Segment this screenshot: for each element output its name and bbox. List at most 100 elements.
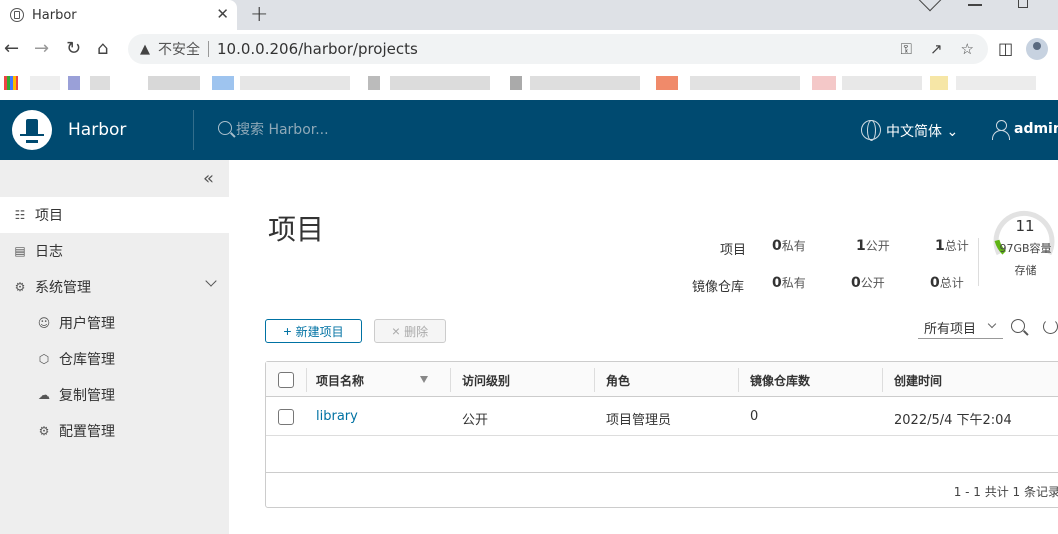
bookmark-item[interactable] <box>812 76 836 90</box>
bookmark-item[interactable] <box>510 76 522 90</box>
warning-icon: ▲ <box>140 41 150 57</box>
back-icon[interactable]: ← <box>4 38 19 59</box>
column-divider <box>594 368 595 392</box>
maximize-icon[interactable] <box>1018 0 1028 8</box>
column-header-created[interactable]: 创建时间 <box>894 372 942 389</box>
url-text[interactable]: 10.0.0.206/harbor/projects <box>217 40 418 58</box>
project-icon: ☷ <box>14 208 26 222</box>
language-label: 中文简体 <box>886 124 942 140</box>
stat-value: 0 <box>772 275 782 291</box>
project-filter-select[interactable]: 所有项目 <box>918 315 1003 339</box>
delete-button[interactable]: × 删除 <box>374 319 446 343</box>
stat-unit: 公开 <box>865 239 890 253</box>
page-title: 项目 <box>268 213 325 246</box>
select-all-checkbox[interactable] <box>278 372 294 388</box>
button-label: 新建项目 <box>295 324 344 339</box>
stat-projects-private: 0私有 <box>772 237 806 254</box>
bookmark-item[interactable] <box>368 76 380 90</box>
reload-icon[interactable]: ↻ <box>66 38 81 59</box>
stats-divider <box>978 238 979 286</box>
share-icon[interactable]: ↗ <box>930 40 943 58</box>
column-divider <box>450 368 451 392</box>
bookmark-item[interactable] <box>956 76 1036 90</box>
profile-avatar-icon[interactable] <box>1026 38 1048 60</box>
close-tab-icon[interactable]: ✕ <box>216 5 229 23</box>
user-menu[interactable]: admin <box>1014 121 1058 137</box>
app-header: Harbor 中文简体 ⌄ admin <box>0 100 1058 160</box>
log-icon: ▤ <box>14 244 26 258</box>
browser-tab-strip: Harbor ✕ + <box>0 0 1058 30</box>
sidebar-item-users[interactable]: ☺ 用户管理 <box>0 305 229 341</box>
column-header-access[interactable]: 访问级别 <box>462 372 510 389</box>
bookmark-item[interactable] <box>930 76 948 90</box>
sidebar-item-admin[interactable]: ⚙ 系统管理 <box>0 269 229 305</box>
column-header-repos[interactable]: 镜像仓库数 <box>750 372 810 389</box>
global-search-input[interactable] <box>236 118 436 142</box>
collapse-sidebar-icon[interactable]: « <box>203 168 214 189</box>
sidebar-item-configuration[interactable]: ⚙ 配置管理 <box>0 413 229 449</box>
column-divider <box>882 368 883 392</box>
chevron-down-icon[interactable] <box>205 275 217 287</box>
pagination-info: 1 - 1 共计 1 条记录 <box>953 485 1058 499</box>
minimize-icon[interactable] <box>968 4 982 6</box>
header-divider <box>193 110 194 150</box>
plus-icon: + <box>283 323 292 339</box>
bookmark-item[interactable] <box>30 76 60 90</box>
bookmark-star-icon[interactable]: ☆ <box>961 40 974 58</box>
sidebar-item-projects[interactable]: ☷ 项目 <box>0 197 229 233</box>
chevron-down-icon <box>987 319 997 329</box>
role: 项目管理员 <box>606 413 672 428</box>
stat-value: 1 <box>856 238 866 254</box>
browser-tab[interactable]: Harbor ✕ <box>0 0 237 30</box>
browser-toolbar: ← → ↻ ⌂ ▲ 不安全 10.0.0.206/harbor/projects… <box>0 30 1058 68</box>
bookmark-item[interactable] <box>212 76 234 90</box>
globe-icon[interactable] <box>861 120 881 141</box>
row-checkbox[interactable] <box>278 409 294 425</box>
stat-value: 0 <box>930 275 940 291</box>
stat-unit: 总计 <box>939 276 964 290</box>
brand-name[interactable]: Harbor <box>68 120 126 140</box>
bookmark-item[interactable] <box>90 76 110 90</box>
sidebar-item-label: 日志 <box>35 244 63 260</box>
new-project-button[interactable]: + 新建项目 <box>265 319 362 343</box>
registry-icon: ⬡ <box>38 352 50 366</box>
storage-count: 11 <box>1015 217 1035 235</box>
search-icon <box>218 121 232 135</box>
address-bar[interactable]: ▲ 不安全 10.0.0.206/harbor/projects ⚿ ↗ ☆ <box>128 34 988 64</box>
bookmark-item[interactable] <box>656 76 678 90</box>
column-header-role[interactable]: 角色 <box>606 372 630 389</box>
bookmark-item[interactable] <box>148 76 200 90</box>
bookmark-item[interactable] <box>690 76 800 90</box>
stat-projects-total: 1总计 <box>935 237 969 254</box>
sidebar-item-logs[interactable]: ▤ 日志 <box>0 233 229 269</box>
filter-funnel-icon[interactable] <box>420 376 428 383</box>
project-name-link[interactable]: library <box>316 409 358 424</box>
bookmark-item[interactable] <box>530 76 640 90</box>
new-tab-button[interactable]: + <box>250 2 268 27</box>
tab-search-icon[interactable] <box>918 0 942 12</box>
language-selector[interactable]: 中文简体 ⌄ <box>886 121 958 141</box>
bookmark-item[interactable] <box>68 76 80 90</box>
bookmark-item[interactable] <box>842 76 922 90</box>
side-panel-icon[interactable]: ◫ <box>998 39 1013 58</box>
bookmark-item[interactable] <box>240 76 350 90</box>
sidebar-item-label: 仓库管理 <box>59 352 115 368</box>
home-icon[interactable]: ⌂ <box>97 38 108 59</box>
harbor-favicon-icon <box>10 8 24 22</box>
projects-table: 项目名称 访问级别 角色 镜像仓库数 创建时间 library 公开 项目管理员… <box>265 361 1058 508</box>
storage-capacity: 97GB容量 <box>999 242 1052 255</box>
sidebar-item-registries[interactable]: ⬡ 仓库管理 <box>0 341 229 377</box>
apps-icon[interactable] <box>4 76 18 90</box>
bookmark-item[interactable] <box>390 76 490 90</box>
key-icon[interactable]: ⚿ <box>901 40 912 58</box>
sidebar-item-replications[interactable]: ☁ 复制管理 <box>0 377 229 413</box>
replication-icon: ☁ <box>38 388 50 402</box>
table-search-icon[interactable] <box>1011 319 1025 333</box>
column-header-name[interactable]: 项目名称 <box>316 372 364 389</box>
refresh-icon[interactable] <box>1043 319 1058 334</box>
stat-repos-total: 0总计 <box>930 274 964 291</box>
user-icon[interactable] <box>992 120 1010 140</box>
stat-repos-public: 0公开 <box>851 274 885 291</box>
harbor-logo-icon[interactable] <box>12 110 52 150</box>
forward-icon[interactable]: → <box>34 38 49 59</box>
